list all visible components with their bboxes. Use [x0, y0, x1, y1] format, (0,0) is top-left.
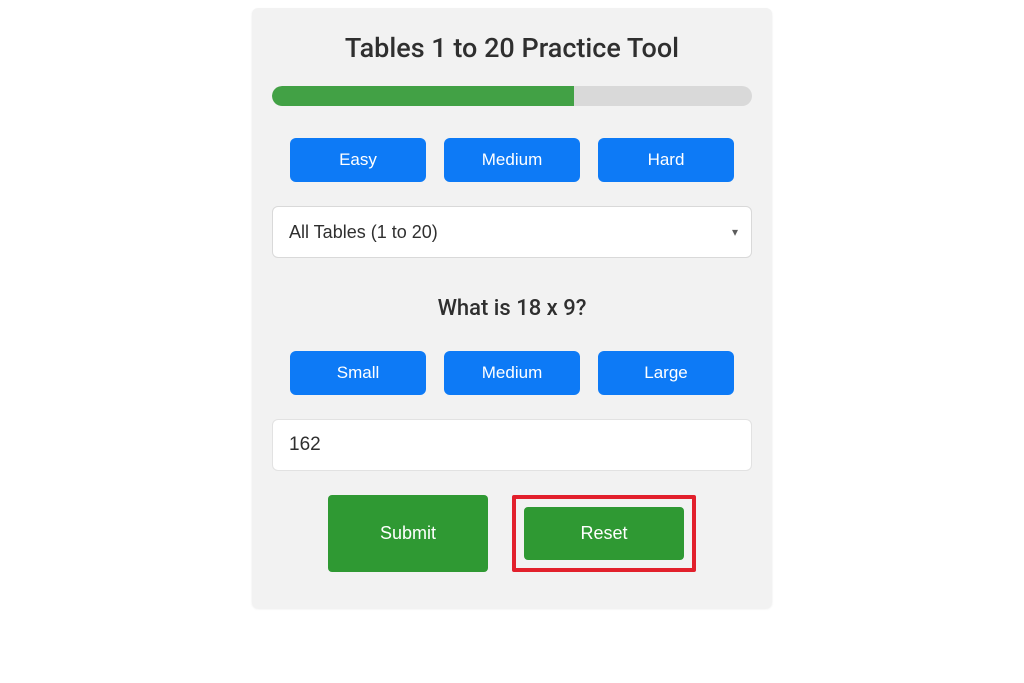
size-small-button[interactable]: Small [290, 351, 426, 395]
table-select-wrap: All Tables (1 to 20) ▾ [272, 206, 752, 258]
progress-fill [272, 86, 574, 106]
size-large-button[interactable]: Large [598, 351, 734, 395]
reset-highlight-box: Reset [512, 495, 696, 572]
question-text: What is 18 x 9? [272, 296, 752, 321]
table-select[interactable]: All Tables (1 to 20) [272, 206, 752, 258]
action-row: Submit Reset [272, 495, 752, 572]
difficulty-easy-button[interactable]: Easy [290, 138, 426, 182]
practice-tool-card: Tables 1 to 20 Practice Tool Easy Medium… [252, 8, 772, 608]
difficulty-medium-button[interactable]: Medium [444, 138, 580, 182]
answer-input[interactable] [272, 419, 752, 471]
page-title: Tables 1 to 20 Practice Tool [272, 32, 752, 64]
size-medium-button[interactable]: Medium [444, 351, 580, 395]
submit-button[interactable]: Submit [328, 495, 488, 572]
reset-button[interactable]: Reset [524, 507, 684, 560]
difficulty-row: Easy Medium Hard [272, 138, 752, 182]
size-row: Small Medium Large [272, 351, 752, 395]
difficulty-hard-button[interactable]: Hard [598, 138, 734, 182]
progress-track [272, 86, 752, 106]
